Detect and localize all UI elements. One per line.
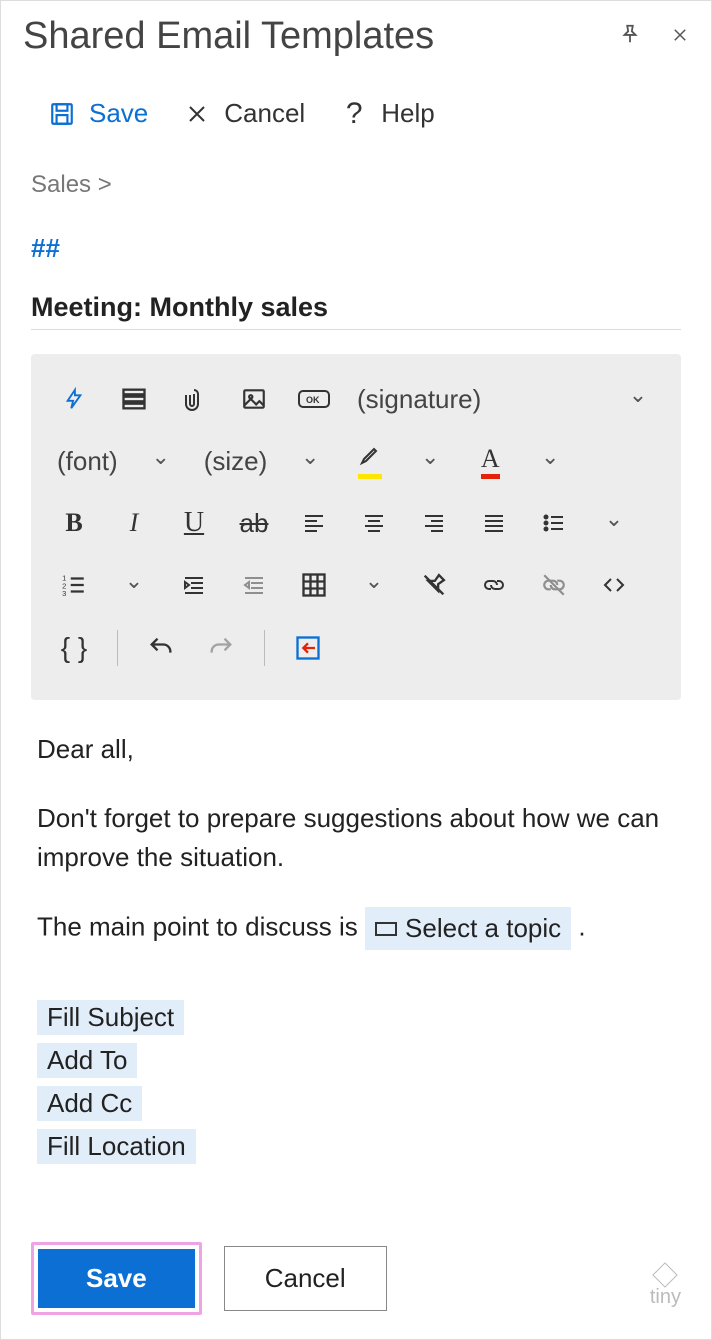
button-insert-icon[interactable]: OK [297, 382, 331, 416]
cancel-label: Cancel [224, 98, 305, 129]
select-topic-token[interactable]: Select a topic [365, 907, 571, 950]
code-icon[interactable] [597, 568, 631, 602]
font-chevron-icon[interactable] [144, 444, 178, 478]
svg-text:OK: OK [306, 395, 320, 405]
font-dropdown[interactable]: (font) [57, 444, 118, 478]
diamond-icon [653, 1262, 678, 1287]
help-label: Help [381, 98, 434, 129]
table-icon[interactable] [297, 568, 331, 602]
footer: Save Cancel [31, 1242, 681, 1315]
text-color-icon[interactable]: A [473, 444, 507, 478]
size-dropdown[interactable]: (size) [204, 444, 268, 478]
signature-chevron-icon[interactable] [621, 382, 655, 416]
outdent-icon[interactable] [237, 568, 271, 602]
x-icon [184, 101, 210, 127]
cancel-button[interactable]: Cancel [224, 1246, 387, 1311]
attachment-icon[interactable] [177, 382, 211, 416]
macro-fill-location[interactable]: Fill Location [37, 1129, 196, 1164]
size-chevron-icon[interactable] [293, 444, 327, 478]
table-chevron-icon[interactable] [357, 568, 391, 602]
unlink-icon[interactable] [537, 568, 571, 602]
token-box-icon [375, 922, 397, 936]
bullet-chevron-icon[interactable] [597, 506, 631, 540]
align-left-icon[interactable] [297, 506, 331, 540]
bold-button[interactable]: B [57, 506, 91, 540]
justify-icon[interactable] [477, 506, 511, 540]
macro-fill-subject[interactable]: Fill Subject [37, 1000, 184, 1035]
save-label: Save [89, 98, 148, 129]
separator [264, 630, 265, 666]
align-center-icon[interactable] [357, 506, 391, 540]
paragraph-2: The main point to discuss is Select a to… [37, 907, 675, 950]
unpin-icon[interactable] [417, 568, 451, 602]
cancel-action[interactable]: Cancel [184, 98, 305, 129]
separator [117, 630, 118, 666]
breadcrumb[interactable]: Sales > [1, 139, 711, 209]
command-bar: Save Cancel ? Help [1, 62, 711, 139]
macro-add-cc[interactable]: Add Cc [37, 1086, 142, 1121]
redo-icon[interactable] [204, 631, 238, 665]
insert-macro-icon[interactable] [291, 631, 325, 665]
close-icon[interactable] [671, 24, 689, 50]
underline-button[interactable]: U [177, 506, 211, 540]
undo-icon[interactable] [144, 631, 178, 665]
quick-parts-icon[interactable] [57, 382, 91, 416]
list-icon[interactable] [117, 382, 151, 416]
bullet-list-icon[interactable] [537, 506, 571, 540]
numbered-list-icon[interactable]: 123 [57, 568, 91, 602]
italic-button[interactable]: I [117, 506, 151, 540]
image-icon[interactable] [237, 382, 271, 416]
svg-text:3: 3 [62, 589, 66, 598]
save-button[interactable]: Save [38, 1249, 195, 1308]
titlebar: Shared Email Templates [1, 1, 711, 62]
macro-add-to[interactable]: Add To [37, 1043, 137, 1078]
branding: tiny [650, 1266, 681, 1309]
floppy-disk-icon [49, 101, 75, 127]
strikethrough-button[interactable]: ab [237, 506, 271, 540]
greeting: Dear all, [37, 730, 675, 769]
signature-dropdown[interactable]: (signature) [357, 382, 481, 416]
help-action[interactable]: ? Help [341, 98, 434, 129]
editor-toolbar: OK (signature) (font) (size) A B I U ab [31, 354, 681, 700]
numbered-chevron-icon[interactable] [117, 568, 151, 602]
link-icon[interactable] [477, 568, 511, 602]
paragraph-1: Don't forget to prepare suggestions abou… [37, 799, 675, 877]
macro-list: Fill Subject Add To Add Cc Fill Location [1, 990, 711, 1182]
highlight-icon[interactable] [353, 444, 387, 478]
question-icon: ? [341, 101, 367, 127]
align-right-icon[interactable] [417, 506, 451, 540]
save-button-highlight: Save [31, 1242, 202, 1315]
text-color-chevron-icon[interactable] [533, 444, 567, 478]
indent-icon[interactable] [177, 568, 211, 602]
highlight-chevron-icon[interactable] [413, 444, 447, 478]
shortcut-field[interactable]: ## [1, 209, 711, 270]
app-title: Shared Email Templates [23, 15, 619, 58]
editor-body[interactable]: Dear all, Don't forget to prepare sugges… [1, 700, 711, 990]
subject-field[interactable]: Meeting: Monthly sales [31, 270, 681, 330]
braces-icon[interactable]: { } [57, 631, 91, 665]
pin-icon[interactable] [619, 23, 641, 51]
save-action[interactable]: Save [49, 98, 148, 129]
